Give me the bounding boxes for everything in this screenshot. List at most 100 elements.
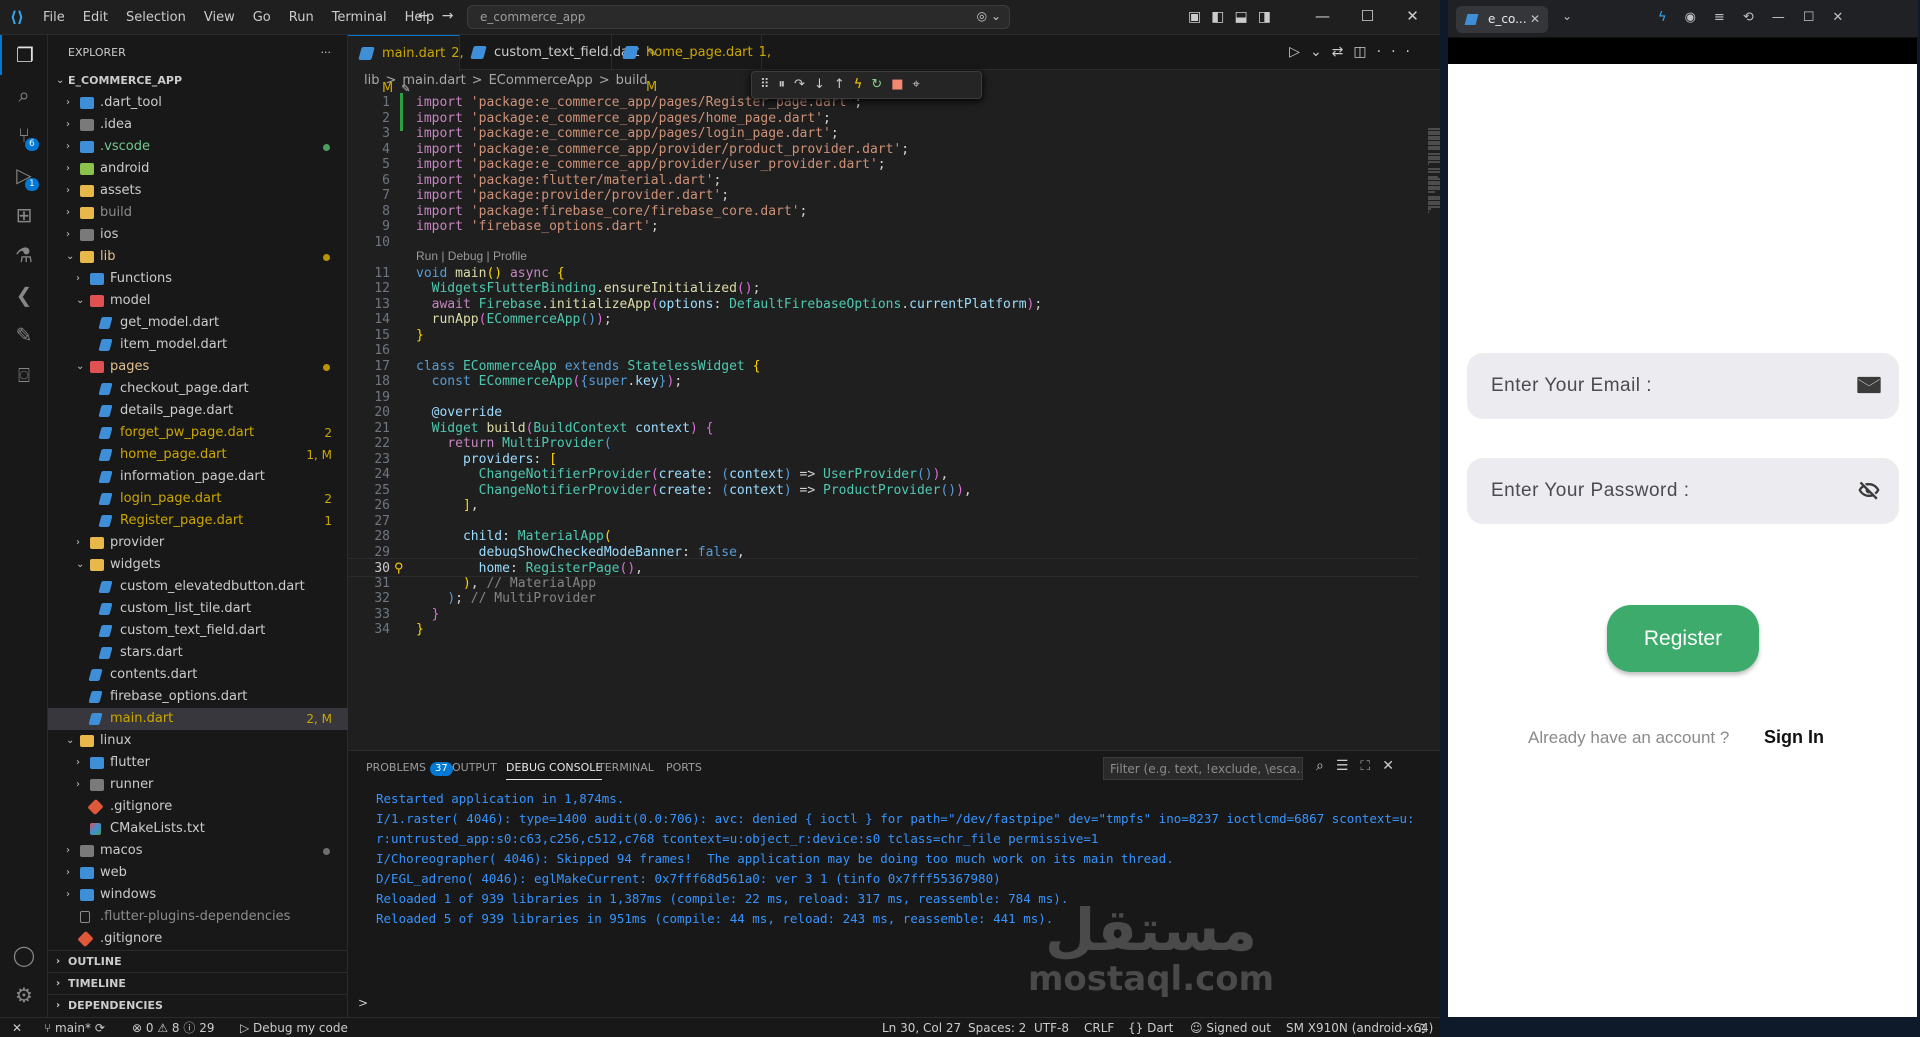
close-icon[interactable]: ✕ — [1832, 10, 1861, 25]
file-item[interactable]: custom_text_field.dart — [48, 620, 348, 642]
folder-item[interactable]: ⌄ pages — [48, 356, 348, 378]
run-icon[interactable]: ▷⌄ — [1289, 44, 1332, 60]
file-item[interactable]: custom_list_tile.dart — [48, 598, 348, 620]
explorer-icon[interactable]: ❐ — [0, 35, 48, 75]
file-item[interactable]: firebase_options.dart — [48, 686, 348, 708]
folder-item[interactable]: › .idea — [48, 114, 348, 136]
folder-item[interactable]: ⌄ widgets — [48, 554, 348, 576]
clear-console-icon[interactable]: ☰ — [1336, 758, 1361, 774]
step-over-icon[interactable]: ↷ — [794, 77, 814, 92]
close-icon[interactable]: ✕ — [1390, 7, 1435, 25]
menu-item[interactable]: Run — [280, 10, 323, 25]
step-out-icon[interactable]: ↑ — [834, 77, 854, 92]
pause-icon[interactable]: ⏸ — [779, 77, 795, 92]
folder-item[interactable]: › provider — [48, 532, 348, 554]
minimize-icon[interactable]: — — [1300, 7, 1345, 25]
panel-tab[interactable]: DEBUG CONSOLE — [506, 761, 603, 780]
debug-filter-input[interactable]: Filter (e.g. text, !exclude, \esca... — [1103, 757, 1303, 780]
toggle-secondary-sidebar-icon[interactable]: ◨ — [1258, 9, 1281, 25]
panel-tab[interactable]: PROBLEMS 37 — [366, 761, 453, 776]
panel-tab[interactable]: PORTS — [666, 761, 702, 774]
maximize-panel-icon[interactable]: ⛶ — [1360, 758, 1382, 774]
layout-icon[interactable]: ▣ — [1188, 9, 1211, 25]
section-timeline[interactable]: › TIMELINE — [48, 972, 348, 994]
drag-handle-icon[interactable]: ⠿ — [760, 77, 779, 92]
search-icon[interactable]: ⌕ — [1316, 758, 1336, 774]
hot-reload-icon[interactable]: ϟ — [854, 77, 872, 92]
folder-item[interactable]: › assets — [48, 180, 348, 202]
flutter-icon[interactable]: ❮ — [0, 275, 48, 315]
split-editor-icon[interactable]: ◫ — [1353, 44, 1376, 60]
editor-tab[interactable]: custom_text_field.dart ✎ — [460, 35, 657, 70]
encoding[interactable]: UTF-8 — [1034, 1018, 1069, 1037]
panel-tab[interactable]: TERMINAL — [598, 761, 654, 774]
file-item[interactable]: details_page.dart — [48, 400, 348, 422]
folder-item[interactable]: ⌄ model — [48, 290, 348, 312]
emulator-toolbar[interactable]: ϟ◉≡⟲—☐✕ — [1658, 10, 1861, 25]
file-item[interactable]: contents.dart — [48, 664, 348, 686]
code-editor[interactable]: 1 import 'package:e_commerce_app/pages/Re… — [348, 93, 1418, 750]
file-item[interactable]: login_page.dart 2 — [48, 488, 348, 510]
branch-status[interactable]: ⑂ main* ⟳ — [44, 1018, 105, 1037]
folder-item[interactable]: › windows — [48, 884, 348, 906]
folder-item[interactable]: › macos — [48, 840, 348, 862]
menu-icon[interactable]: ≡ — [1714, 10, 1743, 25]
remote-explorer-icon[interactable]: ⌼ — [0, 355, 48, 395]
panel-actions[interactable]: ⌕☰⛶✕ — [1316, 758, 1406, 774]
file-item[interactable]: .gitignore — [48, 928, 348, 950]
folder-item[interactable]: › android — [48, 158, 348, 180]
codelens-actions[interactable]: Run | Debug | Profile — [416, 249, 527, 263]
folder-item[interactable]: › .vscode — [48, 136, 348, 158]
code-line[interactable]: 34} — [348, 620, 1418, 639]
folder-item[interactable]: › web — [48, 862, 348, 884]
menu-item[interactable]: Go — [244, 10, 280, 25]
file-item[interactable]: .flutter-plugins-dependencies — [48, 906, 348, 928]
emulator-tab[interactable]: e_co... ✕ — [1456, 6, 1548, 33]
file-item[interactable]: main.dart 2, M — [48, 708, 348, 730]
file-item[interactable]: get_model.dart — [48, 312, 348, 334]
flutter-devtools-icon[interactable]: ϟ — [1658, 10, 1685, 25]
file-item[interactable]: .gitignore — [48, 796, 348, 818]
file-item[interactable]: information_page.dart — [48, 466, 348, 488]
stop-icon[interactable]: ■ — [891, 77, 912, 92]
source-control-icon[interactable]: ⑂ 6 — [0, 115, 48, 155]
account-icon[interactable]: ◯ — [0, 935, 48, 975]
compare-icon[interactable]: ⇄ — [1332, 44, 1354, 60]
inspect-widget-icon[interactable]: ⌖ — [913, 77, 929, 92]
forward-arrow-icon[interactable]: → — [442, 8, 466, 24]
folder-item[interactable]: ⌄ lib — [48, 246, 348, 268]
debug-toolbar[interactable]: ⠿⏸↷↓↑ϟ↻■⌖ — [751, 71, 982, 99]
editor-tab[interactable]: home_page.dart 1, M — [612, 35, 771, 95]
sign-in-link[interactable]: Sign In — [1764, 727, 1824, 748]
extensions-icon[interactable]: ⊞ — [0, 195, 48, 235]
folder-item[interactable]: › ios — [48, 224, 348, 246]
notifications-bell-icon[interactable]: ♫ — [1416, 1018, 1427, 1037]
file-item[interactable]: checkout_page.dart — [48, 378, 348, 400]
more-actions-icon[interactable]: ··· — [321, 35, 332, 70]
console-prompt[interactable]: > — [358, 996, 368, 1010]
close-panel-icon[interactable]: ✕ — [1382, 758, 1406, 774]
folder-item[interactable]: › Functions — [48, 268, 348, 290]
language-mode[interactable]: {} Dart — [1128, 1018, 1173, 1037]
indentation[interactable]: Spaces: 2 — [968, 1018, 1026, 1037]
section-dependencies[interactable]: › DEPENDENCIES — [48, 994, 348, 1016]
more-actions-icon[interactable]: ··· — [1377, 44, 1420, 60]
problems-status[interactable]: ⊗ 0 ⚠ 8 ⓘ 29 — [132, 1018, 214, 1037]
folder-item[interactable]: › build — [48, 202, 348, 224]
file-item[interactable]: Register_page.dart 1 — [48, 510, 348, 532]
account-status[interactable]: ☺ Signed out — [1190, 1018, 1271, 1037]
testing-icon[interactable]: ⚗ — [0, 235, 48, 275]
maximize-icon[interactable]: ☐ — [1345, 7, 1390, 25]
search-icon[interactable]: ⌕ — [0, 75, 48, 115]
breadcrumb-item[interactable]: build — [616, 73, 648, 88]
menu-item[interactable]: Edit — [74, 10, 117, 25]
register-button[interactable]: Register — [1607, 605, 1759, 672]
close-tab-icon[interactable]: ✕ — [1530, 6, 1540, 33]
cursor-position[interactable]: Ln 30, Col 27 — [882, 1018, 961, 1037]
folder-item[interactable]: › flutter — [48, 752, 348, 774]
file-item[interactable]: item_model.dart — [48, 334, 348, 356]
maximize-icon[interactable]: ☐ — [1803, 10, 1833, 25]
tab-dropdown-icon[interactable]: ⌄ — [1562, 9, 1572, 23]
editor-actions[interactable]: ▷⌄⇄◫··· — [1289, 44, 1420, 60]
breadcrumb-item[interactable]: ECommerceApp — [489, 73, 593, 88]
